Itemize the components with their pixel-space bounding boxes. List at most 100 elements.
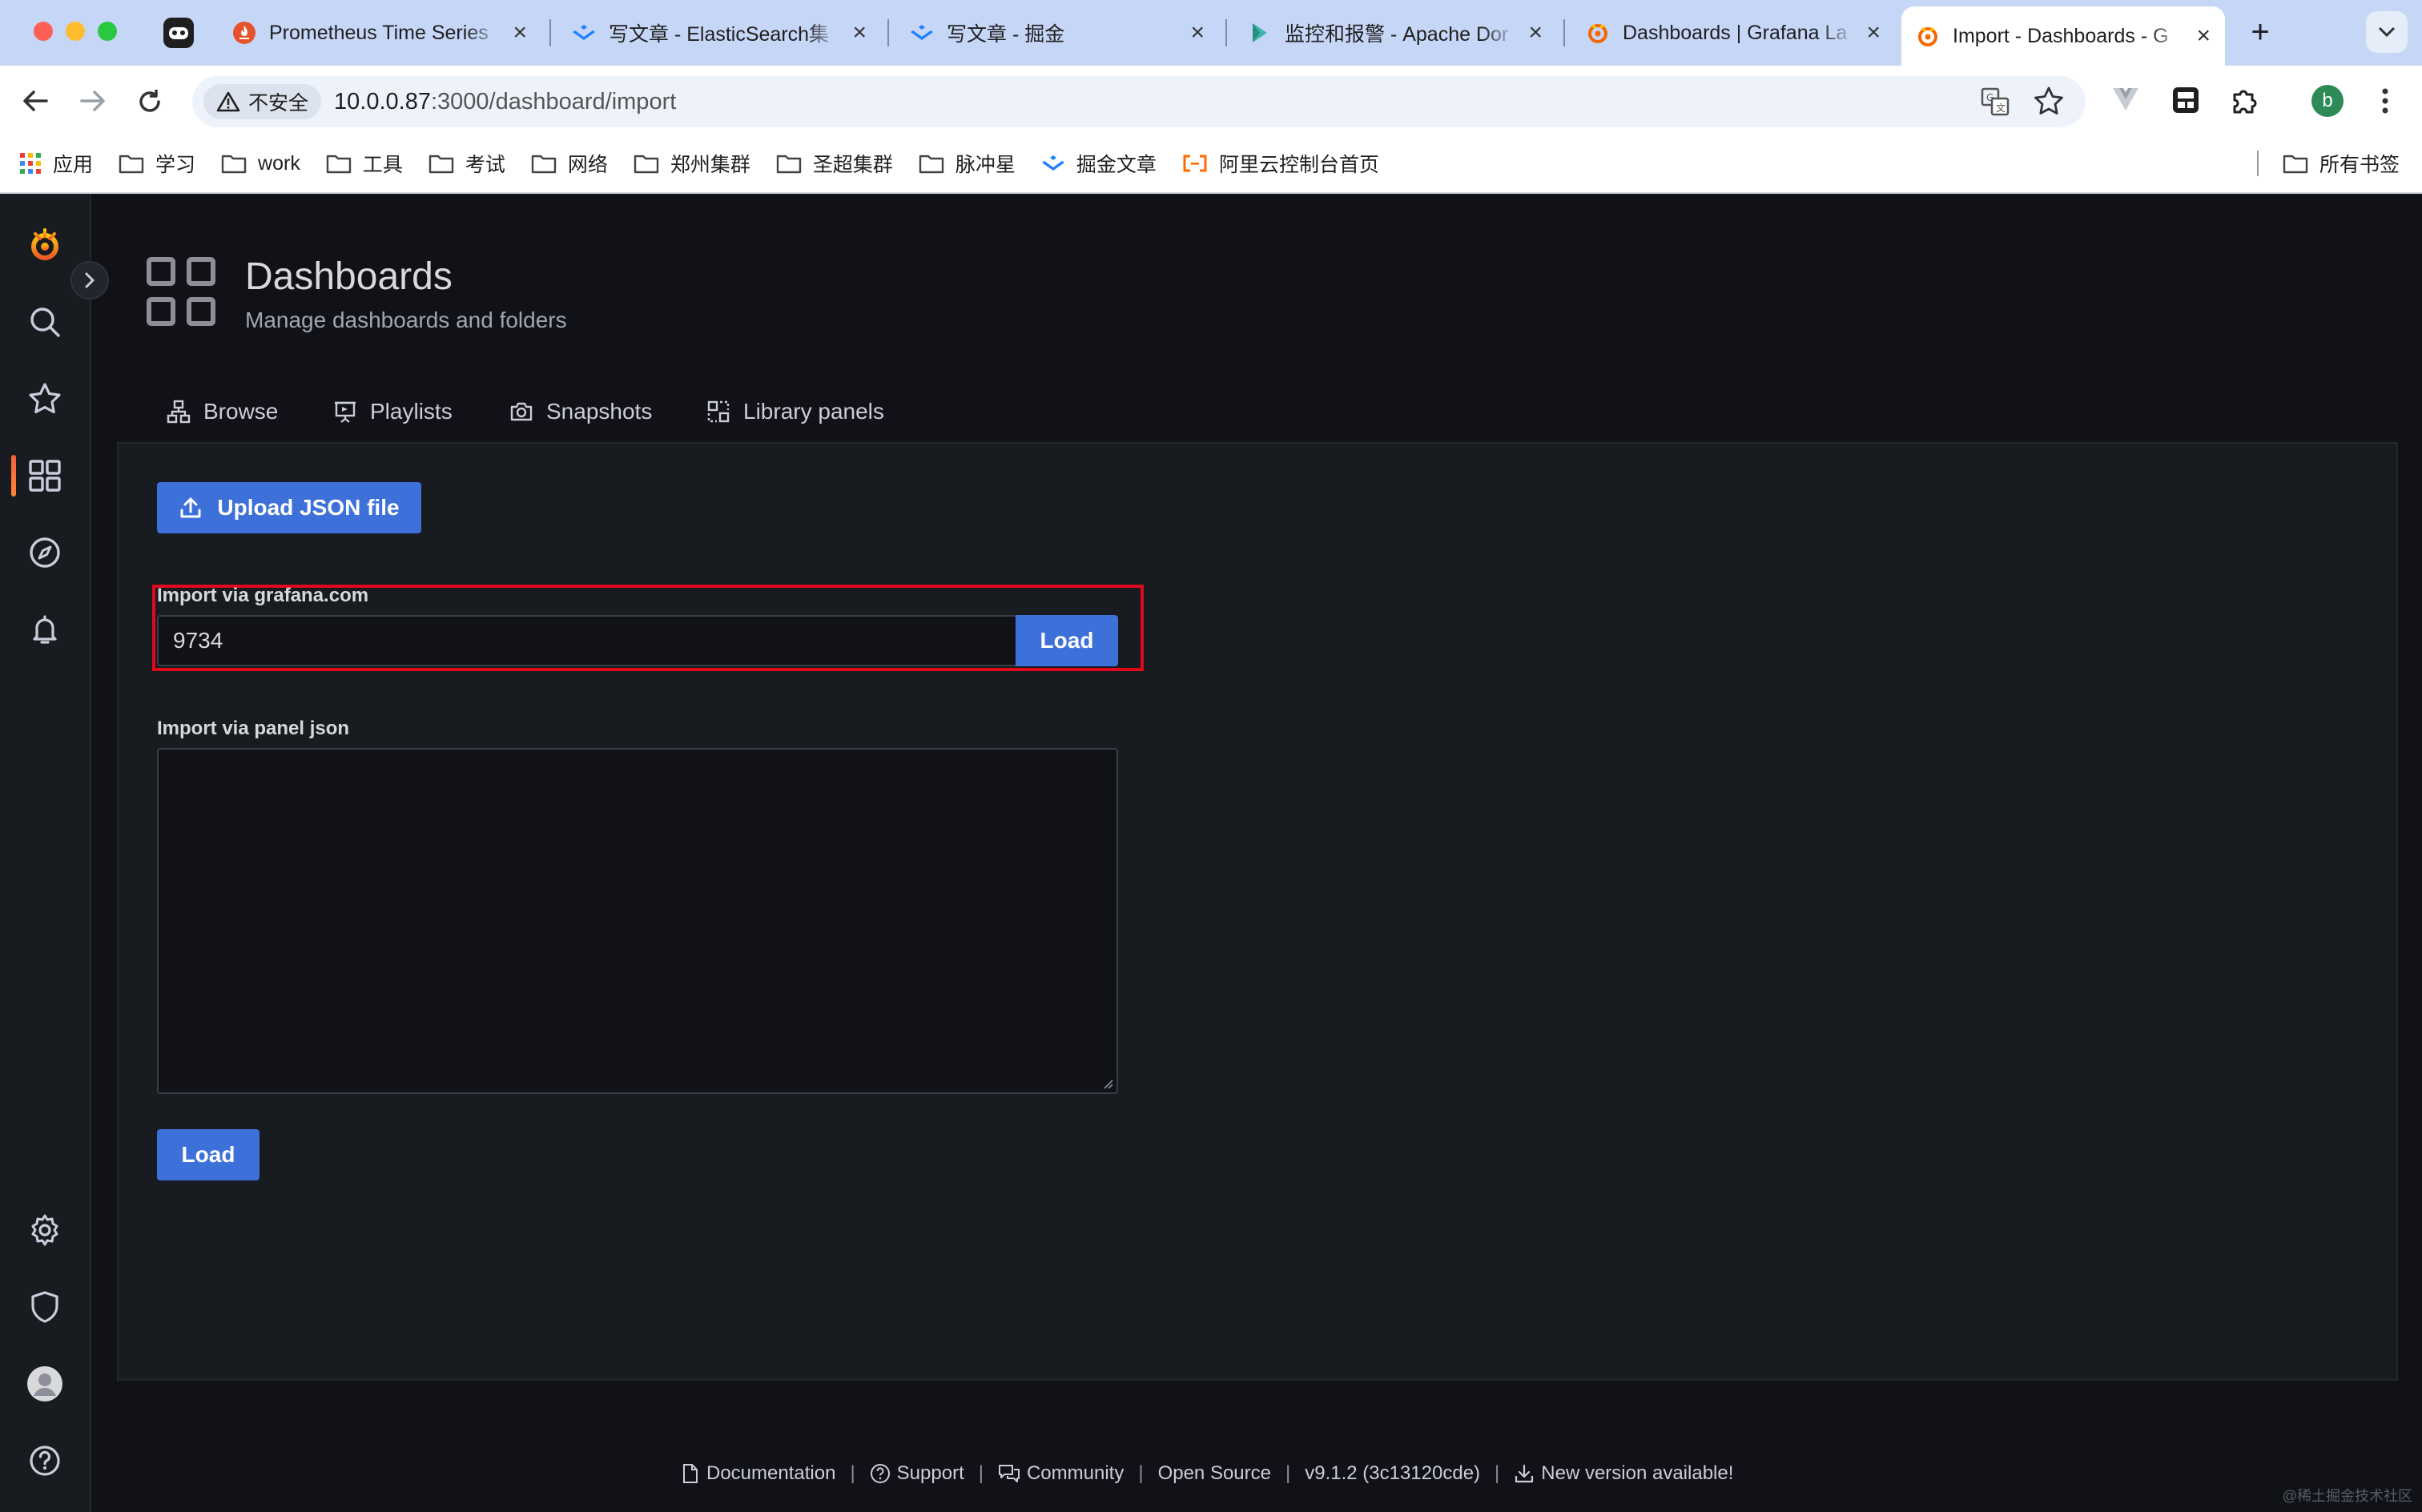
tab-close-icon[interactable]: ×: [852, 19, 867, 46]
bookmark-folder[interactable]: work: [221, 152, 300, 175]
tab-search-chevron-icon[interactable]: [2366, 11, 2408, 53]
bookmarks-bar: 应用 学习 work 工具 考试 网络 郑州集群 圣超集群 脉冲星 掘金文章 阿…: [0, 135, 2422, 194]
browser-tab-active[interactable]: Import - Dashboards - G ×: [1901, 6, 2225, 66]
server-admin-shield-icon[interactable]: [26, 1288, 64, 1326]
address-bar[interactable]: 不安全 10.0.0.87:3000/dashboard/import: [192, 76, 2086, 127]
bookmark-folder[interactable]: 网络: [531, 149, 608, 178]
tab-title: Prometheus Time Series: [269, 21, 489, 44]
browser-tab[interactable]: Dashboards | Grafana La ×: [1571, 6, 1895, 59]
profile-avatar[interactable]: b: [2311, 85, 2344, 117]
back-arrow-icon[interactable]: [19, 86, 51, 119]
explore-compass-icon[interactable]: [26, 533, 64, 572]
tab-close-icon[interactable]: ×: [513, 19, 527, 46]
alerting-bell-icon[interactable]: [26, 610, 64, 649]
apps-grid-icon: [20, 153, 41, 174]
vue-devtools-icon[interactable]: [2111, 86, 2140, 116]
bookmark-link[interactable]: 阿里云控制台首页: [1182, 149, 1379, 178]
url-text[interactable]: 10.0.0.87:3000/dashboard/import: [334, 89, 676, 115]
tab-title: 写文章 - ElasticSearch集: [609, 23, 830, 46]
sitemap-icon: [167, 400, 191, 424]
reload-icon[interactable]: [135, 86, 165, 121]
camera-icon: [510, 402, 533, 421]
tab-manager-extension-icon[interactable]: [2171, 85, 2201, 119]
panel-json-load-button[interactable]: Load: [157, 1129, 260, 1180]
all-bookmarks[interactable]: 所有书签: [2283, 149, 2400, 178]
security-chip[interactable]: 不安全: [203, 84, 322, 119]
browser-tab[interactable]: 监控和报警 - Apache Dor ×: [1233, 6, 1557, 59]
footer-separator: |: [1285, 1462, 1291, 1484]
bookmark-label: 阿里云控制台首页: [1218, 154, 1379, 176]
footer-separator: |: [978, 1462, 984, 1484]
bookmark-link[interactable]: 掘金文章: [1041, 149, 1157, 178]
bookmark-label: 脉冲星: [955, 154, 1016, 176]
window-maximize-button[interactable]: [98, 22, 117, 41]
tab-separator: [549, 19, 551, 46]
bookmark-folder[interactable]: 考试: [428, 149, 505, 178]
tab-close-icon[interactable]: ×: [2196, 22, 2211, 50]
search-icon[interactable]: [26, 303, 64, 341]
dashboards-grid-icon[interactable]: [26, 456, 64, 495]
tab-label: Playlists: [370, 399, 453, 424]
footer-label: New version available!: [1541, 1462, 1734, 1484]
bookmark-label: 网络: [567, 154, 608, 176]
footer-documentation-link[interactable]: Documentation: [681, 1462, 835, 1485]
new-tab-plus-icon[interactable]: +: [2243, 14, 2278, 50]
grafana-icon: [1916, 24, 1940, 48]
tab-close-icon[interactable]: ×: [1528, 19, 1543, 46]
browser-menu-kebab-icon[interactable]: [2380, 86, 2390, 119]
panel-json-textarea[interactable]: [157, 748, 1118, 1094]
aliyun-icon: [1183, 155, 1207, 172]
grafana-com-dashboard-id-input[interactable]: 9734: [157, 615, 1017, 666]
translate-icon[interactable]: G文: [1980, 86, 2010, 121]
extensions-puzzle-icon[interactable]: [2228, 85, 2260, 121]
upload-json-file-button[interactable]: Upload JSON file: [157, 482, 421, 533]
bookmark-star-icon[interactable]: [2033, 85, 2065, 121]
sidenav-expand-button[interactable]: [70, 261, 109, 300]
tab-title: Dashboards | Grafana La: [1623, 21, 1848, 44]
tab-close-icon[interactable]: ×: [1866, 19, 1881, 46]
footer-new-version-link[interactable]: New version available!: [1514, 1462, 1733, 1485]
window-close-button[interactable]: [34, 22, 53, 41]
tab-separator: [1225, 19, 1227, 46]
footer-community-link[interactable]: Community: [998, 1462, 1124, 1485]
bookmark-folder[interactable]: 脉冲星: [919, 149, 1016, 178]
pinned-tab-robot-icon[interactable]: [163, 18, 194, 48]
browser-tab[interactable]: Prometheus Time Series ×: [218, 6, 541, 59]
resize-grip-icon[interactable]: [1102, 1078, 1113, 1089]
window-minimize-button[interactable]: [66, 22, 85, 41]
bookmark-folder[interactable]: 圣超集群: [776, 149, 893, 178]
starred-star-icon[interactable]: [26, 380, 64, 418]
footer-support-link[interactable]: Support: [870, 1462, 964, 1485]
tab-browse[interactable]: Browse: [167, 396, 278, 428]
folder-icon: [2283, 155, 2308, 174]
tab-snapshots[interactable]: Snapshots: [509, 396, 652, 428]
tab-playlists[interactable]: Playlists: [333, 396, 453, 428]
grafana-com-load-button[interactable]: Load: [1016, 615, 1118, 666]
footer-open-source-link[interactable]: Open Source: [1158, 1462, 1271, 1485]
tab-label: Library panels: [743, 399, 884, 424]
browser-tab[interactable]: 写文章 - 掘金 ×: [895, 6, 1219, 59]
grafana-icon: [1586, 21, 1610, 45]
bookmarks-divider: [2256, 151, 2259, 176]
configuration-gear-icon[interactable]: [26, 1211, 64, 1249]
footer-separator: |: [850, 1462, 855, 1484]
tab-close-icon[interactable]: ×: [1190, 19, 1205, 46]
grafana-logo-icon[interactable]: [26, 226, 64, 264]
bookmark-folder[interactable]: 学习: [119, 149, 195, 178]
help-question-icon[interactable]: [26, 1442, 64, 1480]
user-avatar-icon[interactable]: [26, 1365, 64, 1403]
bookmark-apps[interactable]: 应用: [19, 149, 93, 178]
tab-title: 监控和报警 - Apache Dor: [1285, 23, 1509, 46]
forward-arrow-icon[interactable]: [77, 86, 109, 119]
bookmark-folder[interactable]: 郑州集群: [634, 149, 750, 178]
footer: Documentation | Support | Community | Op…: [681, 1458, 1733, 1490]
tab-library-panels[interactable]: Library panels: [706, 396, 884, 428]
watermark-text: @稀土掘金技术社区: [2282, 1488, 2412, 1504]
svg-text:G: G: [1986, 92, 1994, 103]
bookmark-folder[interactable]: 工具: [326, 149, 403, 178]
bookmark-label: 应用: [53, 154, 94, 176]
folder-icon: [531, 155, 557, 174]
folder-icon: [776, 155, 802, 174]
juejin-icon: [572, 21, 596, 45]
browser-tab[interactable]: 写文章 - ElasticSearch集 ×: [557, 6, 881, 59]
